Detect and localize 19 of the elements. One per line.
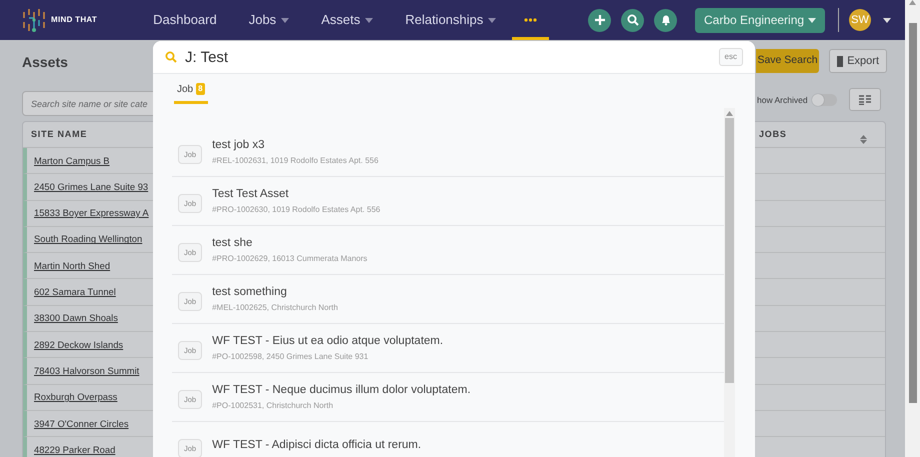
page-title: Assets xyxy=(22,53,68,72)
result-subtitle: #PO-1002598, 2450 Grimes Lane Suite 931 xyxy=(212,350,370,363)
result-title: WF TEST - Eius ut ea odio atque voluptatem. xyxy=(212,334,444,350)
show-archived-label: how Archived xyxy=(757,94,808,107)
brand-name: MIND THAT xyxy=(51,14,98,26)
result-subtitle: #MEL-1002625, Christchurch North xyxy=(212,302,338,314)
result-subtitle: #PO-1002531, Christchurch North xyxy=(212,400,334,412)
result-title: test something xyxy=(212,285,288,300)
column-header: JOBS xyxy=(759,128,787,141)
result-title: WF TEST - Adipisci dicta officia ut rerum. xyxy=(212,438,422,454)
result-title: WF TEST - Neque ducimus illum dolor voluptatem. xyxy=(212,383,471,398)
result-title: test job x3 xyxy=(212,138,266,154)
result-subtitle: #PRO-1002630, 1019 Rodolfo Estates Apt. 556 xyxy=(212,204,380,216)
result-subtitle: #REL-1002631, 1019 Rodolfo Estates Apt. 556 xyxy=(212,154,378,167)
column-header: SITE NAME xyxy=(31,128,88,141)
count-badge: 8 xyxy=(196,83,205,95)
result-title: Test Test Asset xyxy=(212,187,290,202)
result-title: test she xyxy=(212,236,254,252)
result-subtitle: #PRO-1002629, 16013 Cummerata Manors xyxy=(212,252,368,265)
